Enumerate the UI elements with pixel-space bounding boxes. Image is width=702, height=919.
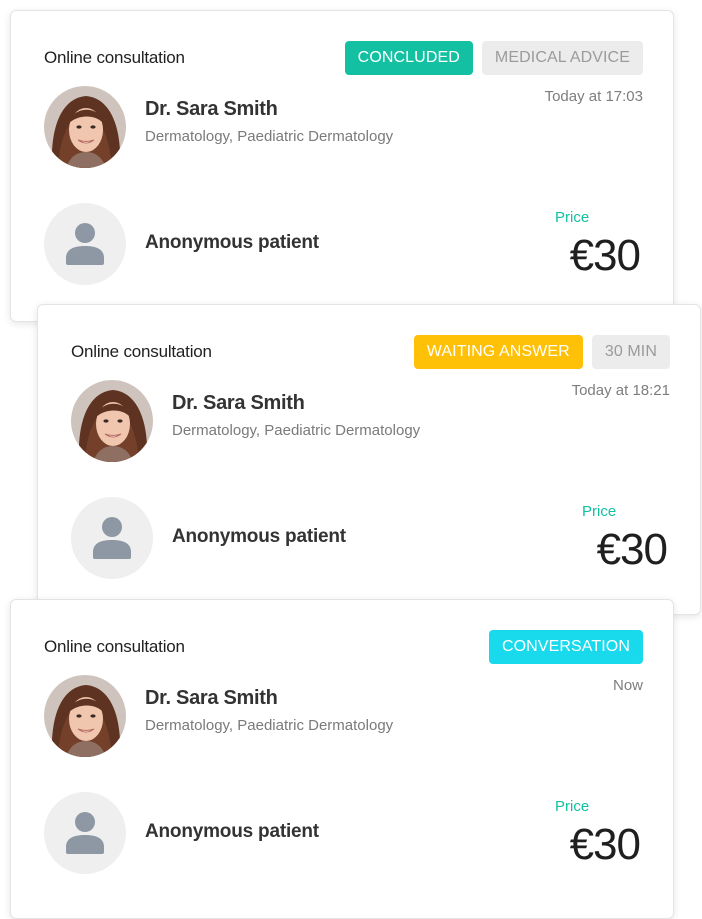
- timestamp: Today at 17:03: [544, 88, 643, 105]
- consultation-card[interactable]: Online consultation WAITING ANSWER 30 MI…: [37, 304, 701, 615]
- consultation-type: Online consultation: [44, 637, 185, 656]
- patient-name: Anonymous patient: [172, 526, 346, 547]
- patient-name: Anonymous patient: [145, 232, 319, 253]
- timestamp: Now: [612, 677, 643, 694]
- consultation-card[interactable]: Online consultation CONCLUDED MEDICAL AD…: [10, 10, 674, 322]
- price-value: €30: [569, 820, 641, 869]
- doctor-name: Dr. Sara Smith: [145, 687, 278, 709]
- consultation-type: Online consultation: [44, 48, 185, 67]
- status-badge: CONCLUDED: [344, 41, 473, 75]
- price-label: Price: [582, 503, 617, 520]
- doctor-avatar: [71, 380, 153, 462]
- doctor-name: Dr. Sara Smith: [172, 392, 305, 414]
- person-icon: [44, 203, 126, 285]
- doctor-specialty: Dermatology, Paediatric Dermatology: [145, 717, 394, 734]
- doctor-name: Dr. Sara Smith: [145, 98, 278, 120]
- price-label: Price: [555, 209, 590, 226]
- consultation-type: Online consultation: [71, 342, 212, 361]
- person-icon: [44, 792, 126, 874]
- price-value: €30: [596, 525, 668, 574]
- badge-group: WAITING ANSWER 30 MIN: [413, 335, 670, 369]
- consultation-card[interactable]: Online consultation CONVERSATION Now Dr.…: [10, 599, 674, 919]
- doctor-avatar: [44, 675, 126, 757]
- timestamp: Today at 18:21: [571, 382, 670, 399]
- badge-group: CONCLUDED MEDICAL ADVICE: [344, 41, 643, 75]
- doctor-specialty: Dermatology, Paediatric Dermatology: [172, 422, 421, 439]
- patient-name: Anonymous patient: [145, 821, 319, 842]
- badge-group: CONVERSATION: [488, 630, 643, 664]
- person-icon: [71, 497, 153, 579]
- status-badge: WAITING ANSWER: [413, 335, 583, 369]
- doctor-specialty: Dermatology, Paediatric Dermatology: [145, 128, 394, 145]
- patient-avatar: [44, 792, 126, 874]
- patient-avatar: [44, 203, 126, 285]
- duration-badge: 30 MIN: [591, 335, 670, 369]
- price-label: Price: [555, 798, 590, 815]
- price-value: €30: [569, 231, 641, 280]
- patient-avatar: [71, 497, 153, 579]
- status-badge: CONVERSATION: [488, 630, 643, 664]
- type-badge: MEDICAL ADVICE: [481, 41, 643, 75]
- doctor-avatar: [44, 86, 126, 168]
